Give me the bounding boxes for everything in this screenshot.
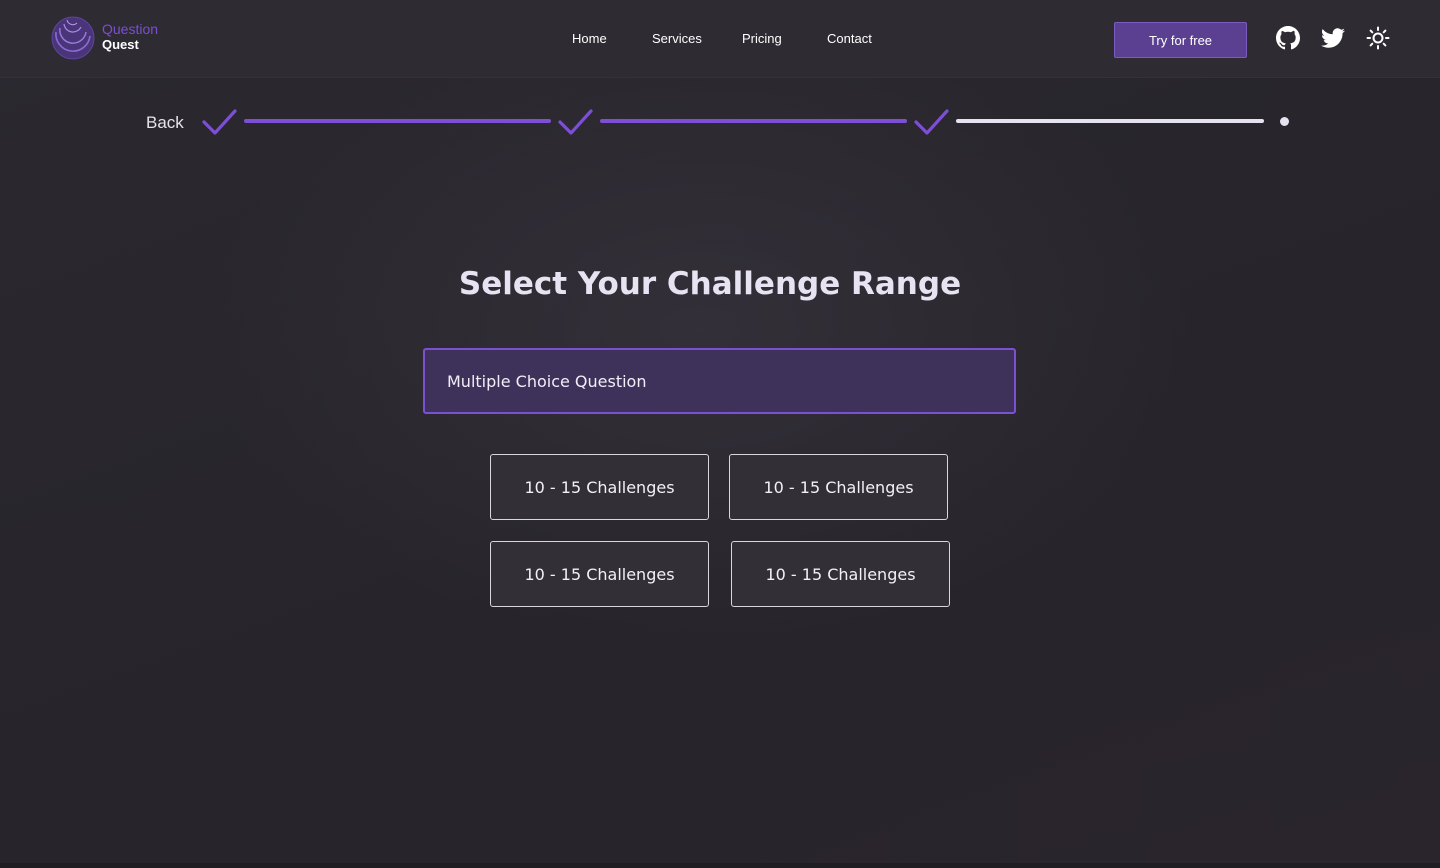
brand-name-question: Question xyxy=(102,21,159,37)
challenge-range-option[interactable]: 10 - 15 Challenges xyxy=(729,454,948,520)
back-button[interactable]: Back xyxy=(146,113,184,133)
nav-home-link[interactable]: Home xyxy=(572,31,607,46)
step-1-check-icon xyxy=(202,109,237,135)
sun-icon[interactable] xyxy=(1366,26,1390,50)
step-4-dot xyxy=(1280,117,1289,126)
step-3-check-icon xyxy=(914,109,949,135)
bottom-edge xyxy=(0,863,1440,868)
logo-swirl-icon xyxy=(51,16,95,60)
step-2-progress-bar xyxy=(600,119,907,123)
github-icon[interactable] xyxy=(1276,26,1300,50)
question-type-selector[interactable]: Multiple Choice Question xyxy=(423,348,1016,414)
nav-contact-link[interactable]: Contact xyxy=(827,31,872,46)
step-2-check-icon xyxy=(558,109,593,135)
challenge-range-option[interactable]: 10 - 15 Challenges xyxy=(490,541,709,607)
brand-logo[interactable]: Question Quest xyxy=(50,13,180,61)
nav-pricing-link[interactable]: Pricing xyxy=(742,31,782,46)
brand-name-quest: Quest xyxy=(102,37,139,52)
step-1-progress-bar xyxy=(244,119,551,123)
try-for-free-button[interactable]: Try for free xyxy=(1114,22,1247,58)
nav-services-link[interactable]: Services xyxy=(652,31,702,46)
challenge-range-option[interactable]: 10 - 15 Challenges xyxy=(731,541,950,607)
step-3-progress-bar xyxy=(956,119,1264,123)
challenge-range-option[interactable]: 10 - 15 Challenges xyxy=(490,454,709,520)
page-title: Select Your Challenge Range xyxy=(458,266,962,302)
top-navbar: Question Quest Home Services Pricing Con… xyxy=(0,0,1440,78)
twitter-icon[interactable] xyxy=(1321,26,1345,50)
